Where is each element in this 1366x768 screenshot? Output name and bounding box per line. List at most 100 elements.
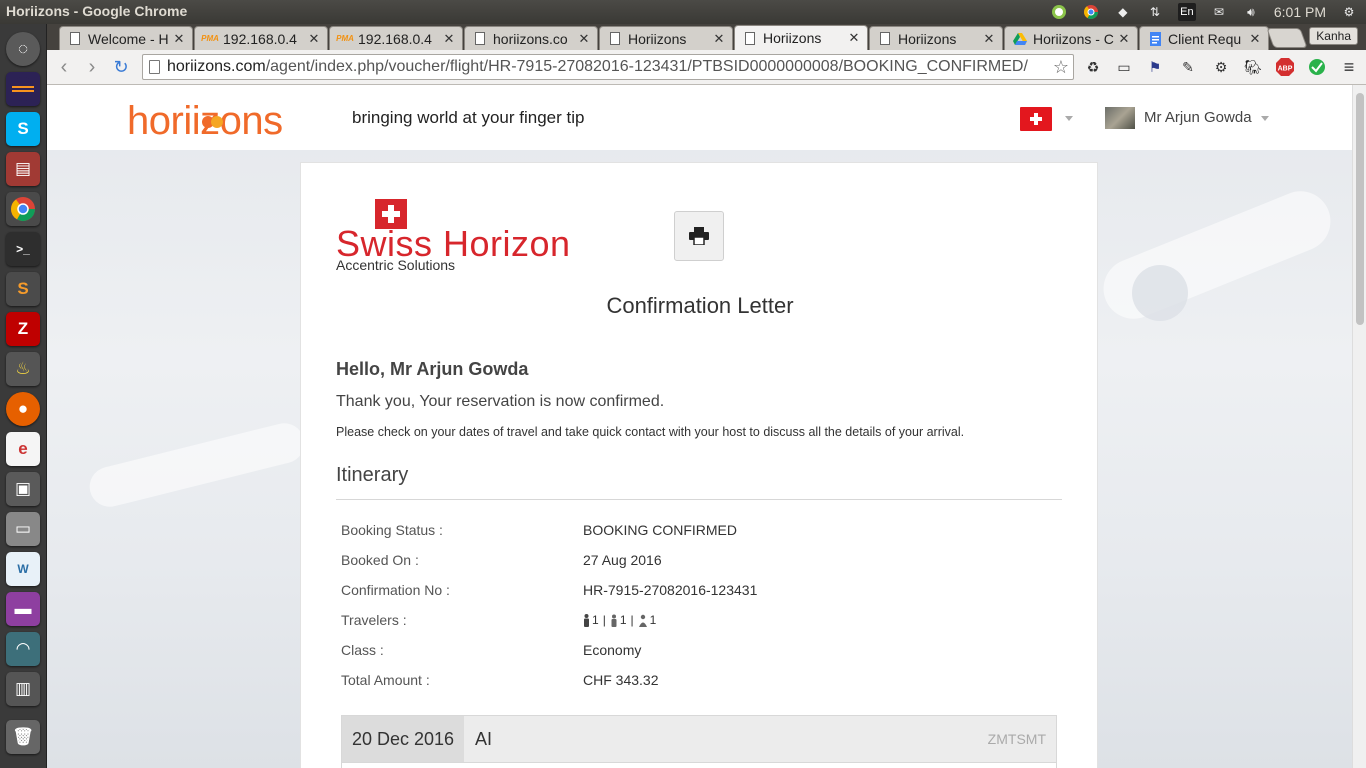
close-tab-icon[interactable]: ✕	[442, 31, 456, 47]
gear-extension-icon[interactable]: ⚙	[1211, 57, 1231, 77]
tab-label: Welcome - H	[88, 30, 169, 47]
close-tab-icon[interactable]: ✕	[307, 31, 321, 47]
flight-details	[342, 762, 1056, 768]
docs-icon	[1148, 31, 1162, 46]
itinerary-heading: Itinerary	[336, 464, 409, 486]
eyedropper-icon[interactable]: ✎	[1178, 57, 1198, 77]
files-icon[interactable]: ▤	[6, 152, 40, 186]
media-player-icon[interactable]: ▬	[6, 592, 40, 626]
keyboard-layout-indicator[interactable]: En	[1177, 3, 1196, 21]
trash-icon[interactable]: 🗑︎	[6, 720, 40, 754]
flight-route-code: ZMTSMT	[987, 731, 1046, 747]
profile-button[interactable]: Kanha	[1309, 27, 1358, 45]
network-updown-icon[interactable]: ⇅	[1146, 3, 1164, 21]
adult-count: 1	[592, 613, 599, 627]
browser-tab[interactable]: Horiizons ✕	[599, 26, 733, 50]
browser-tab[interactable]: Horiizons ✕	[869, 26, 1003, 50]
close-tab-icon[interactable]: ✕	[847, 30, 861, 46]
svg-text:ABP: ABP	[1278, 66, 1293, 73]
page-scrollbar[interactable]	[1352, 85, 1366, 768]
user-name[interactable]: Mr Arjun Gowda	[1144, 109, 1252, 126]
reload-icon[interactable]: ↻	[110, 57, 132, 77]
confirmation-letter-card: Swiss Horizon Accentric Solutions Confir…	[300, 162, 1098, 768]
background-plane-wing	[1094, 182, 1340, 328]
close-tab-icon[interactable]: ✕	[982, 31, 996, 47]
pma-icon: PMA	[201, 34, 219, 43]
language-chevron-down-icon[interactable]	[1065, 116, 1073, 121]
browser-tab[interactable]: Horiizons - C ✕	[1004, 26, 1138, 50]
teapot-app-icon[interactable]: ♨	[6, 352, 40, 386]
travelers-label: Travelers :	[341, 612, 407, 628]
chrome-tray-icon[interactable]	[1082, 3, 1100, 21]
browser-tab-active[interactable]: Horiizons ✕	[734, 25, 868, 50]
child-count: 1	[619, 613, 627, 627]
letter-title: Confirmation Letter	[606, 293, 794, 318]
dash-home-icon[interactable]: ◌	[6, 32, 40, 66]
page-info-icon[interactable]	[149, 60, 160, 74]
adblock-plus-icon[interactable]: ABP	[1275, 57, 1295, 77]
save-disk-icon[interactable]: ▣	[6, 472, 40, 506]
dropbox-tray-icon[interactable]: ◆	[1114, 3, 1132, 21]
mysql-workbench-icon[interactable]: W	[6, 552, 40, 586]
archive-icon[interactable]: ▥	[6, 672, 40, 706]
menu-icon[interactable]: ≡	[1339, 57, 1359, 77]
address-bar[interactable]: horiizons.com/agent/index.php/voucher/fl…	[142, 54, 1074, 80]
disk-drive-icon[interactable]: ▭	[6, 512, 40, 546]
close-tab-icon[interactable]: ✕	[172, 31, 186, 47]
avatar[interactable]	[1105, 107, 1135, 129]
flight-segment: 20 Dec 2016 AI ZMTSMT	[341, 715, 1057, 768]
editor-icon[interactable]: e	[6, 432, 40, 466]
new-tab-button[interactable]	[1266, 28, 1308, 48]
close-tab-icon[interactable]: ✕	[712, 31, 726, 47]
clock[interactable]: 6:01 PM	[1274, 4, 1326, 20]
back-arrow-icon[interactable]: ‹	[53, 57, 75, 77]
infant-count: 1	[649, 613, 657, 627]
chrome-icon[interactable]	[6, 192, 40, 226]
bookmark-star-icon[interactable]: ☆	[1053, 55, 1069, 79]
greeting: Hello, Mr Arjun Gowda	[336, 359, 529, 379]
booked-on-label: Booked On :	[341, 552, 419, 568]
browser-tab[interactable]: horiizons.co ✕	[464, 26, 598, 50]
browser-tab[interactable]: Client Requ ✕	[1139, 26, 1269, 50]
mail-icon[interactable]: ✉	[1210, 3, 1228, 21]
logo-dots-icon	[202, 93, 223, 138]
eclipse-icon[interactable]	[6, 72, 40, 106]
page-icon	[608, 32, 622, 46]
screen-capture-icon[interactable]: ▭	[1114, 57, 1134, 77]
network-app-icon[interactable]: ◠	[6, 632, 40, 666]
recycle-extension-icon[interactable]: ♻	[1083, 57, 1103, 77]
window-title: Horiizons - Google Chrome	[6, 3, 188, 19]
firefox-icon[interactable]: ●	[6, 392, 40, 426]
divider	[336, 499, 1062, 500]
site-tagline: bringing world at your finger tip	[352, 108, 585, 127]
settings-gear-icon[interactable]: ⚙	[1340, 3, 1358, 21]
scrollbar-thumb[interactable]	[1356, 93, 1364, 325]
swiss-flag-icon[interactable]	[1020, 107, 1052, 131]
forward-arrow-icon[interactable]: ›	[81, 57, 103, 77]
evernote-icon[interactable]: 🐘︎	[1243, 57, 1263, 77]
booked-on-value: 27 Aug 2016	[583, 552, 662, 568]
evernote-tray-icon[interactable]	[1050, 3, 1068, 21]
browser-tab[interactable]: Welcome - H ✕	[59, 26, 193, 50]
filezilla-icon[interactable]: Z	[6, 312, 40, 346]
user-menu-chevron-down-icon[interactable]	[1261, 116, 1269, 121]
browser-tab[interactable]: PMA 192.168.0.4 ✕	[194, 26, 328, 50]
close-tab-icon[interactable]: ✕	[1248, 31, 1262, 47]
green-extension-icon[interactable]	[1307, 57, 1327, 77]
flight-date: 20 Dec 2016	[342, 716, 464, 762]
brand-subtitle: Accentric Solutions	[336, 257, 456, 273]
flag-extension-icon[interactable]: ⚑	[1145, 57, 1165, 77]
horiizons-logo[interactable]: horiizons	[127, 99, 283, 144]
page-icon	[743, 31, 757, 45]
confirmation-no-value: HR-7915-27082016-123431	[583, 582, 758, 598]
print-button[interactable]	[674, 211, 724, 261]
page-icon	[878, 32, 892, 46]
sublime-text-icon[interactable]: S	[6, 272, 40, 306]
close-tab-icon[interactable]: ✕	[1117, 31, 1131, 47]
browser-tab[interactable]: PMA 192.168.0.4 ✕	[329, 26, 463, 50]
close-tab-icon[interactable]: ✕	[577, 31, 591, 47]
url-host: horiizons.com	[167, 58, 266, 75]
volume-icon[interactable]: 🔊︎	[1242, 3, 1260, 21]
skype-icon[interactable]: S	[6, 112, 40, 146]
terminal-icon[interactable]: >_	[6, 232, 40, 266]
